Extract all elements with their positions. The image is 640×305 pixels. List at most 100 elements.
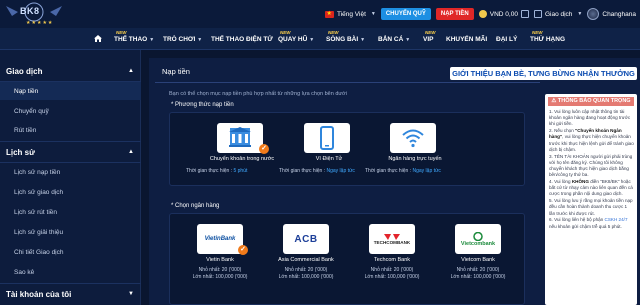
refresh-icon[interactable] xyxy=(520,10,529,18)
nav-label: QUAY HŨ xyxy=(278,36,308,43)
bank-vietcombank[interactable]: Vietcombank Vietcom Bank Nhỏ nhất: 20 ('… xyxy=(438,224,518,282)
bank-vietinbank[interactable]: VietinBank ✓ Vietin Bank Nhỏ nhất: 20 ('… xyxy=(180,224,260,282)
bank-max: Lớn nhất: 100,000 ('000) xyxy=(450,274,506,280)
chevron-up-icon[interactable]: ▲ xyxy=(128,149,134,155)
acb-logo: ACB xyxy=(283,224,329,254)
sidebar-item-deposit[interactable]: Nạp tiền xyxy=(14,88,38,95)
referral-promo-banner[interactable]: GIỚI THIỆU BẠN BÈ, TƯNG BỪNG NHẬN THƯỞNG xyxy=(450,67,637,80)
method-online-banking[interactable]: Ngân hàng trực tuyến Thời gian thực hiện… xyxy=(365,123,461,183)
method-processing-time: Thời gian thực hiện : Ngay lập tức xyxy=(365,168,441,174)
username: Changhana xyxy=(602,10,636,18)
selected-check-icon: ✓ xyxy=(259,144,269,154)
main-nav: NEW THỂ THAO ▼ TRÒ CHƠI ▼ THỂ THAO ĐIỆN TỬ… xyxy=(0,28,640,50)
transfer-button[interactable]: CHUYỂN QUỸ xyxy=(380,8,431,20)
bank-section-label: * Chọn ngân hàng xyxy=(171,203,220,209)
nav-label: THỂ THAO xyxy=(114,36,148,43)
chevron-down-icon: ▼ xyxy=(197,37,203,43)
notice-text: 6. Vui lòng liên hệ bộ phận xyxy=(549,217,605,223)
sidebar-section-history[interactable]: Lịch sử xyxy=(6,148,35,157)
chevron-down-icon: ▼ xyxy=(360,37,366,43)
method-bank-transfer[interactable]: ✓ Chuyển khoản trong nước Thời gian thực… xyxy=(186,123,288,183)
logo-stars: ★★★★★ xyxy=(26,20,54,26)
bank-min: Nhỏ nhất: 20 ('000) xyxy=(370,267,414,273)
nav-item-casino[interactable]: NEW SÒNG BÀI ▼ xyxy=(326,30,366,43)
time-value: 5 phút xyxy=(233,168,248,174)
nav-item-ranking[interactable]: NEW THỨ HẠNG xyxy=(530,30,566,43)
nav-item-slots[interactable]: NEW QUAY HŨ ▼ xyxy=(278,30,314,43)
transaction-icon xyxy=(533,10,542,18)
bank-techcombank[interactable]: TECHCOMBANK Techcom Bank Nhỏ nhất: 20 ('… xyxy=(352,224,432,282)
notice-emphasis: KHÔNG xyxy=(571,179,589,185)
sidebar-item-transfer[interactable]: Chuyển quỹ xyxy=(14,108,49,115)
bank-acb[interactable]: ACB Asia Commercial Bank Nhỏ nhất: 20 ('… xyxy=(266,224,346,282)
sidebar-section-transactions[interactable]: Giao dịch xyxy=(6,67,42,76)
notice-item: 1. Vui lòng luôn cập nhật thông tin tài … xyxy=(549,109,631,127)
time-label: Thời gian thực hiện : xyxy=(186,168,234,174)
sidebar-item-withdraw-history[interactable]: Lịch sử rút tiền xyxy=(14,209,57,216)
nav-item-promotions[interactable]: KHUYẾN MÃI xyxy=(446,36,487,43)
method-name: Ví Điện Tử xyxy=(315,156,343,162)
nav-item-agent[interactable]: ĐẠI LÝ xyxy=(496,36,517,43)
deposit-button[interactable]: NẠP TIỀN xyxy=(435,8,474,20)
notice-text: nếu khoản gửi chậm trễ quá 5 phút. xyxy=(549,223,622,229)
bank-min: Nhỏ nhất: 20 ('000) xyxy=(284,267,328,273)
bank-logo-text: VietinBank xyxy=(204,236,236,242)
transactions-menu[interactable]: Giao dịch ▼ xyxy=(533,10,583,18)
home-icon[interactable] xyxy=(94,35,102,42)
notice-item: 6. Vui lòng liên hệ bộ phận CSKH 24/7 nế… xyxy=(549,217,634,229)
chevron-down-icon[interactable]: ▼ xyxy=(128,291,134,297)
balance-value: VND 0,00 xyxy=(489,10,518,18)
method-e-wallet[interactable]: Ví Điện Tử Thời gian thực hiện : Ngay lậ… xyxy=(279,123,375,183)
bank-logo-text: ACB xyxy=(294,233,318,245)
important-notice: ⚠ THÔNG BÁO QUAN TRỌNG 1. Vui lòng luôn … xyxy=(545,94,637,305)
nav-item-vip[interactable]: NEW VIP xyxy=(423,30,436,43)
divider xyxy=(155,82,540,83)
chevron-up-icon[interactable]: ▲ xyxy=(128,68,134,74)
vietinbank-logo: VietinBank xyxy=(197,224,243,254)
notice-title: ⚠ THÔNG BÁO QUAN TRỌNG xyxy=(548,97,634,106)
support-link[interactable]: CSKH 24/7 xyxy=(605,217,628,222)
sidebar-item-transaction-history[interactable]: Lịch sử giao dịch xyxy=(14,189,63,196)
selected-check-icon: ✓ xyxy=(238,245,248,255)
mobile-wallet-icon xyxy=(304,123,350,153)
chevron-down-icon: ▼ xyxy=(577,11,583,17)
sidebar-section-my-account[interactable]: Tài khoản của tôi xyxy=(6,290,71,299)
method-panel: ✓ Chuyển khoản trong nước Thời gian thực… xyxy=(169,112,525,186)
nav-item-sports[interactable]: NEW THỂ THAO ▼ xyxy=(114,30,154,43)
nav-item-esports[interactable]: THỂ THAO ĐIỆN TỬ xyxy=(211,36,273,43)
sidebar-item-deposit-history[interactable]: Lịch sử nạp tiền xyxy=(14,169,60,176)
sidebar-item-referral-history[interactable]: Lịch sử giải thiệu xyxy=(14,229,63,236)
logo-text: BK8 xyxy=(20,6,40,16)
nav-label: KHUYẾN MÃI xyxy=(446,36,488,43)
bank-name: Vietcom Bank xyxy=(461,257,495,263)
nav-label: TRÒ CHƠI xyxy=(163,36,196,43)
vietcombank-logo: Vietcombank xyxy=(455,224,501,254)
wifi-icon xyxy=(390,123,436,153)
language-selector[interactable]: Tiếng Việt ▼ xyxy=(324,10,376,18)
sidebar-item-withdraw[interactable]: Rút tiền xyxy=(14,127,36,134)
divider xyxy=(0,162,141,163)
deposit-hint: Bạn có thể chọn mục nạp tiền phù hợp nhấ… xyxy=(169,91,347,97)
nav-item-games[interactable]: TRÒ CHƠI ▼ xyxy=(163,36,202,43)
language-label: Tiếng Việt xyxy=(336,10,366,18)
sidebar-item-transaction-details[interactable]: Chi tiết Giao dịch xyxy=(14,249,64,256)
time-value: Ngay lập tức xyxy=(412,168,441,174)
new-badge: NEW xyxy=(328,30,339,35)
nav-label: THỂ THAO ĐIỆN TỬ xyxy=(211,36,273,43)
new-badge: NEW xyxy=(116,30,127,35)
page-title: Nạp tiền xyxy=(162,67,190,76)
warning-icon: ⚠ xyxy=(551,98,557,104)
nav-label: THỨ HẠNG xyxy=(530,36,566,43)
bank-min: Nhỏ nhất: 20 ('000) xyxy=(198,267,242,273)
new-badge: NEW xyxy=(425,30,436,35)
main-content: Nạp tiền GIỚI THIỆU BẠN BÈ, TƯNG BỪNG NH… xyxy=(149,58,640,305)
sidebar-item-statement[interactable]: Sao kê xyxy=(14,269,34,276)
bank-max: Lớn nhất: 100,000 ('000) xyxy=(364,274,420,280)
nav-item-fishing[interactable]: BẮN CÁ ▼ xyxy=(378,36,410,43)
method-processing-time: Thời gian thực hiện : Ngay lập tức xyxy=(279,168,355,174)
site-logo[interactable]: BK8 ★★★★★ xyxy=(2,0,66,28)
user-menu[interactable]: Changhana xyxy=(587,8,636,20)
balance-display[interactable]: VND 0,00 xyxy=(478,10,529,18)
transactions-label: Giao dịch xyxy=(544,10,573,18)
wallet-icon xyxy=(478,10,487,18)
